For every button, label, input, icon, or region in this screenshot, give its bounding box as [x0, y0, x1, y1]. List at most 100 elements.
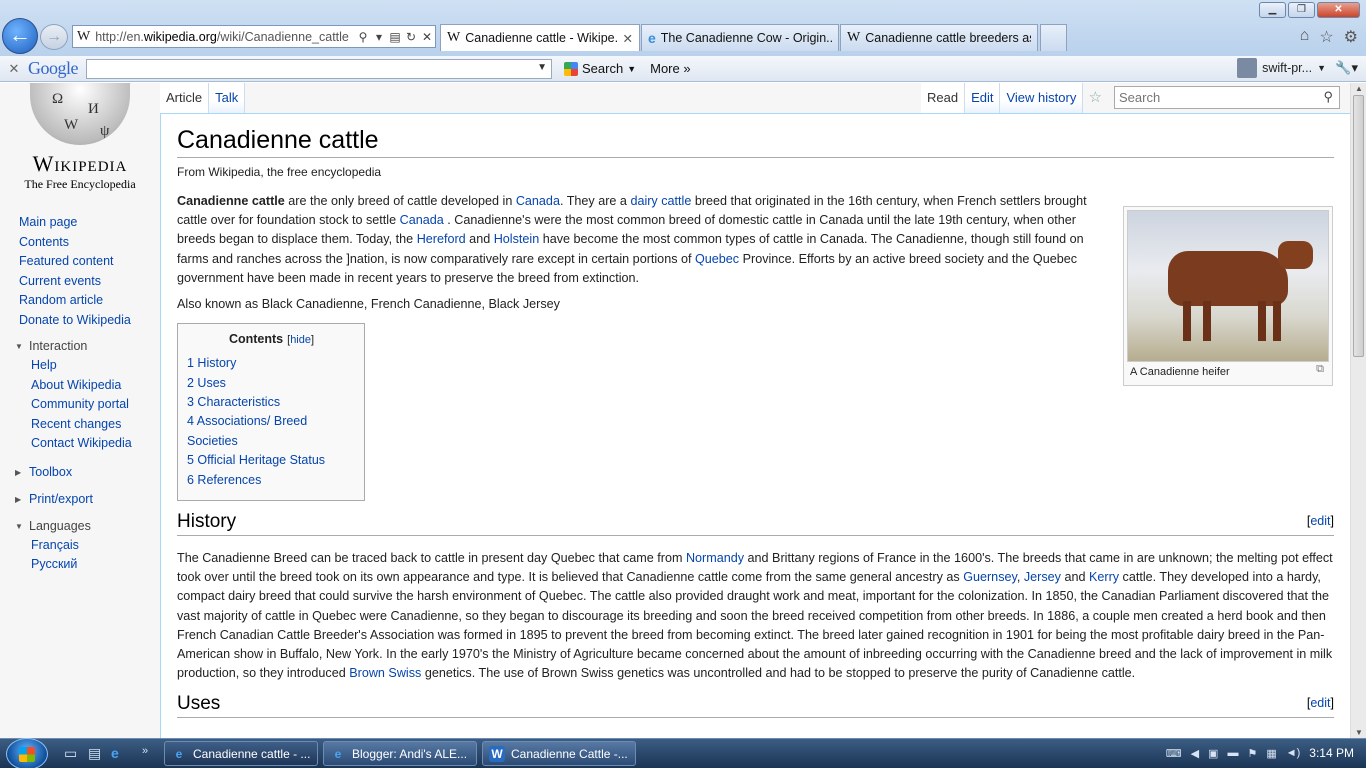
- edit-link[interactable]: edit: [1310, 514, 1330, 528]
- dropdown-icon[interactable]: ▾: [371, 30, 387, 44]
- google-search-input[interactable]: ▼: [86, 58, 552, 79]
- url-text[interactable]: http://en.wikipedia.org/wiki/Canadienne_…: [95, 30, 355, 44]
- triangle-down-icon: ▼: [15, 342, 23, 351]
- ie-icon[interactable]: e: [111, 745, 119, 761]
- maximize-button[interactable]: ❐: [1288, 2, 1315, 18]
- close-window-button[interactable]: ✕: [1317, 2, 1360, 18]
- sidebar-item-contact[interactable]: Contact Wikipedia: [31, 434, 158, 454]
- sidebar-item-main-page[interactable]: Main page: [19, 213, 158, 233]
- link-jersey[interactable]: Jersey: [1024, 570, 1061, 584]
- toc-hide-toggle[interactable]: [hide]: [287, 334, 314, 346]
- back-button[interactable]: ←: [2, 18, 38, 54]
- link-canada-2[interactable]: Canada: [400, 213, 444, 227]
- tab-read[interactable]: Read: [921, 83, 966, 113]
- scroll-down-icon[interactable]: ▼: [1351, 728, 1366, 737]
- language-link-french[interactable]: Français: [31, 536, 158, 556]
- flag-icon[interactable]: ⚑: [1247, 747, 1257, 760]
- sidebar-item-random-article[interactable]: Random article: [19, 291, 158, 311]
- tab-view-history[interactable]: View history: [1000, 83, 1084, 113]
- browser-tab-1[interactable]: W Canadienne cattle - Wikipe... ✕: [440, 24, 640, 51]
- tray-expand-icon[interactable]: ◀: [1191, 747, 1199, 760]
- clock[interactable]: 3:14 PM: [1309, 746, 1354, 760]
- toc-link-references[interactable]: 6 References: [187, 473, 261, 487]
- sidebar-item-current-events[interactable]: Current events: [19, 272, 158, 292]
- volume-icon[interactable]: ◄): [1286, 747, 1301, 759]
- toc-link-heritage-status[interactable]: 5 Official Heritage Status: [187, 453, 325, 467]
- search-icon[interactable]: ⚲: [1323, 89, 1333, 105]
- show-desktop-icon[interactable]: ▭: [64, 745, 77, 762]
- sidebar-item-community-portal[interactable]: Community portal: [31, 395, 158, 415]
- enlarge-icon[interactable]: ⧉: [1316, 363, 1324, 376]
- toc-link-history[interactable]: 1 History: [187, 356, 236, 370]
- browser-tab-2[interactable]: e The Canadienne Cow - Origin...: [641, 24, 839, 51]
- minimize-button[interactable]: ▁: [1259, 2, 1286, 18]
- link-holstein[interactable]: Holstein: [494, 232, 540, 246]
- language-link-russian[interactable]: Русский: [31, 555, 158, 575]
- favorites-star-icon[interactable]: ☆: [1319, 27, 1333, 47]
- stop-icon[interactable]: ✕: [419, 30, 435, 44]
- explorer-icon[interactable]: ▤: [88, 745, 101, 762]
- settings-gear-icon[interactable]: ⚙: [1344, 27, 1358, 47]
- sidebar-item-featured-content[interactable]: Featured content: [19, 252, 158, 272]
- link-dairy-cattle[interactable]: dairy cattle: [630, 194, 691, 208]
- toc-list: 1 History 2 Uses 3 Characteristics 4 Ass…: [187, 354, 356, 490]
- scrollbar-thumb[interactable]: [1353, 95, 1364, 357]
- sidebar-item-donate[interactable]: Donate to Wikipedia: [19, 311, 158, 331]
- portal-toolbox-toggle[interactable]: ▶ Toolbox: [15, 463, 158, 482]
- wikipedia-logo[interactable]: ΩИWψ Wikipedia The Free Encyclopedia: [18, 83, 142, 192]
- heading-text: Uses: [177, 693, 221, 715]
- monitor-icon[interactable]: ▣: [1208, 747, 1218, 760]
- compat-view-icon[interactable]: ▤: [387, 30, 403, 44]
- tab-edit[interactable]: Edit: [965, 83, 1001, 113]
- taskbar-item-word[interactable]: W Canadienne Cattle -...: [482, 741, 636, 766]
- link-guernsey[interactable]: Guernsey: [963, 570, 1017, 584]
- refresh-icon[interactable]: ↻: [403, 30, 419, 44]
- home-icon[interactable]: ⌂: [1300, 27, 1310, 47]
- link-canada[interactable]: Canada: [516, 194, 560, 208]
- portal-languages-toggle[interactable]: ▼ Languages: [15, 517, 158, 536]
- chevron-down-icon[interactable]: ▼: [537, 62, 547, 73]
- start-button[interactable]: [6, 738, 48, 768]
- link-hereford[interactable]: Hereford: [417, 232, 466, 246]
- keyboard-icon[interactable]: ⌨: [1166, 747, 1182, 760]
- link-normandy[interactable]: Normandy: [686, 551, 744, 565]
- page-scrollbar[interactable]: ▲ ▼: [1350, 83, 1366, 738]
- toc-link-associations[interactable]: 4 Associations/ Breed Societies: [187, 414, 307, 447]
- forward-button[interactable]: →: [40, 24, 68, 50]
- wiki-search-input[interactable]: [1115, 87, 1310, 108]
- text-run: ,: [1016, 570, 1024, 585]
- portal-print-export-toggle[interactable]: ▶ Print/export: [15, 490, 158, 509]
- google-search-button[interactable]: Search ▼: [564, 61, 636, 76]
- sidebar-item-about[interactable]: About Wikipedia: [31, 376, 158, 396]
- cow-image[interactable]: [1127, 210, 1329, 362]
- new-tab-button[interactable]: [1040, 24, 1067, 51]
- scroll-up-icon[interactable]: ▲: [1351, 84, 1366, 93]
- toc-hide-link[interactable]: hide: [290, 334, 311, 346]
- tab-article[interactable]: Article: [160, 83, 210, 113]
- user-account-button[interactable]: swift-pr... ▼: [1237, 58, 1326, 78]
- browser-tab-3[interactable]: W Canadienne cattle breeders as...: [840, 24, 1038, 51]
- toc-link-uses[interactable]: 2 Uses: [187, 376, 226, 390]
- sidebar-item-help[interactable]: Help: [31, 356, 158, 376]
- sidebar-item-recent-changes[interactable]: Recent changes: [31, 415, 158, 435]
- more-button[interactable]: More »: [650, 61, 690, 76]
- close-toolbar-icon[interactable]: ✕: [0, 61, 28, 77]
- link-kerry[interactable]: Kerry: [1089, 570, 1119, 584]
- portal-interaction-toggle[interactable]: ▼ Interaction: [15, 337, 158, 356]
- network-icon[interactable]: ▦: [1266, 747, 1276, 760]
- quicklaunch-more-icon[interactable]: »: [142, 745, 148, 757]
- sidebar-item-contents[interactable]: Contents: [19, 233, 158, 253]
- tab-talk[interactable]: Talk: [209, 83, 246, 113]
- address-bar[interactable]: W http://en.wikipedia.org/wiki/Canadienn…: [72, 25, 436, 48]
- watch-star-icon[interactable]: ☆: [1083, 83, 1107, 113]
- taskbar-item-ie-1[interactable]: e Canadienne cattle - ...: [164, 741, 318, 766]
- link-brown-swiss[interactable]: Brown Swiss: [349, 666, 421, 680]
- edit-link[interactable]: edit: [1310, 696, 1330, 710]
- toc-link-characteristics[interactable]: 3 Characteristics: [187, 395, 280, 409]
- wrench-icon[interactable]: 🔧▾: [1335, 60, 1358, 76]
- close-tab-icon[interactable]: ✕: [623, 31, 633, 46]
- link-quebec[interactable]: Quebec: [695, 252, 739, 266]
- search-icon[interactable]: ⚲: [355, 30, 371, 44]
- taskbar-item-ie-2[interactable]: e Blogger: Andi's ALE...: [323, 741, 477, 766]
- battery-icon[interactable]: ▬: [1227, 747, 1238, 759]
